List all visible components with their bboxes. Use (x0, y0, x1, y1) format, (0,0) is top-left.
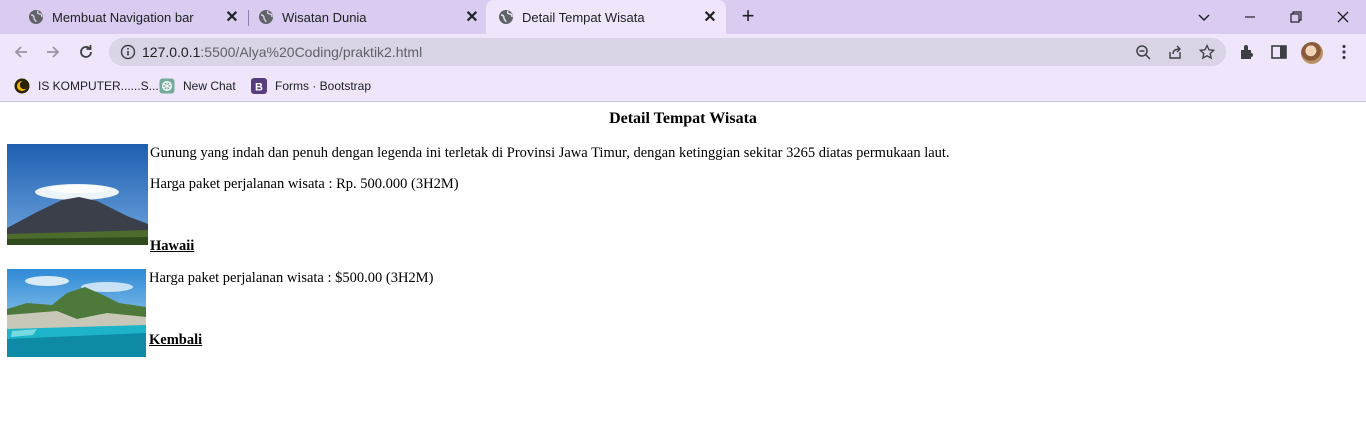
url-host: 127.0.0.1 (142, 44, 201, 60)
page-content: Detail Tempat Wisata Gunung yang indah d… (0, 103, 1366, 424)
url-text[interactable]: 127.0.0.1:5500/Alya%20Coding/praktik2.ht… (142, 44, 422, 60)
bookmark-label: New Chat (183, 79, 236, 93)
hawaii-coast-photo (7, 269, 146, 357)
side-panel-icon[interactable] (1270, 43, 1288, 61)
bootstrap-logo-icon: B (251, 78, 267, 94)
tab-search-button[interactable] (1181, 0, 1227, 34)
page-title: Detail Tempat Wisata (609, 110, 757, 127)
zoom-out-icon[interactable] (1135, 44, 1151, 60)
back-button[interactable] (9, 40, 33, 64)
star-icon[interactable] (1199, 44, 1215, 60)
minimize-icon (1245, 16, 1255, 18)
tab-navigation-bar[interactable]: Membuat Navigation bar ✕ (8, 0, 248, 34)
reload-icon (80, 45, 92, 58)
arrow-left-icon (14, 46, 27, 58)
close-window-button[interactable] (1320, 0, 1366, 34)
tab-title: Wisatan Dunia (282, 9, 367, 25)
mountain-price: Harga paket perjalanan wisata : Rp. 500.… (150, 176, 459, 192)
hawaii-link[interactable]: Hawaii (150, 238, 194, 255)
address-bar[interactable]: 127.0.0.1:5500/Alya%20Coding/praktik2.ht… (109, 38, 1226, 66)
extensions-icon[interactable] (1238, 43, 1256, 61)
bookmark-label: Forms · Bootstrap (275, 79, 372, 93)
tab-title: Membuat Navigation bar (52, 9, 194, 25)
new-tab-button[interactable]: + (737, 5, 759, 27)
tab-strip: Membuat Navigation bar ✕ Wisatan Dunia ✕… (0, 0, 1366, 34)
close-icon (1337, 11, 1349, 23)
close-icon[interactable]: ✕ (464, 9, 480, 26)
mountain-description: Gunung yang indah dan penuh dengan legen… (150, 145, 950, 161)
chevron-down-icon (1198, 14, 1210, 22)
reload-button[interactable] (74, 40, 98, 64)
browser-toolbar: 127.0.0.1:5500/Alya%20Coding/praktik2.ht… (0, 34, 1366, 70)
arrow-right-icon (47, 46, 60, 58)
bookmark-is-komputer[interactable]: IS KOMPUTER......S... (14, 76, 159, 96)
minimize-button[interactable] (1227, 0, 1273, 34)
tab-wisatan-dunia[interactable]: Wisatan Dunia ✕ (238, 0, 488, 34)
restore-icon (1290, 11, 1302, 23)
more-menu-icon[interactable] (1335, 43, 1353, 61)
openai-logo-icon (159, 78, 175, 94)
restore-button[interactable] (1273, 0, 1319, 34)
bookmark-forms-bootstrap[interactable]: B Forms · Bootstrap (251, 76, 371, 96)
back-link[interactable]: Kembali (149, 332, 202, 349)
globe-icon (29, 10, 43, 24)
hawaii-price: Harga paket perjalanan wisata : $500.00 … (149, 270, 434, 286)
hawaii-image (7, 269, 146, 357)
bookmarks-bar: IS KOMPUTER......S... New Chat B Forms ·… (0, 70, 1366, 102)
share-icon[interactable] (1167, 44, 1183, 60)
globe-icon (259, 10, 273, 24)
info-icon[interactable] (120, 44, 136, 60)
bookmark-label: IS KOMPUTER......S... (38, 79, 159, 93)
mountain-image (7, 144, 148, 245)
mountain-photo (7, 144, 148, 245)
svg-text:B: B (255, 82, 263, 94)
forward-button[interactable] (41, 40, 65, 64)
bookmark-new-chat[interactable]: New Chat (159, 76, 236, 96)
crescent-logo-icon (14, 78, 30, 94)
tab-title: Detail Tempat Wisata (522, 9, 645, 25)
avatar[interactable] (1301, 42, 1323, 64)
tab-detail-tempat-wisata[interactable]: Detail Tempat Wisata ✕ (486, 0, 726, 34)
globe-icon (499, 10, 513, 24)
close-icon[interactable]: ✕ (702, 9, 718, 26)
url-path: :5500/Alya%20Coding/praktik2.html (200, 44, 423, 60)
